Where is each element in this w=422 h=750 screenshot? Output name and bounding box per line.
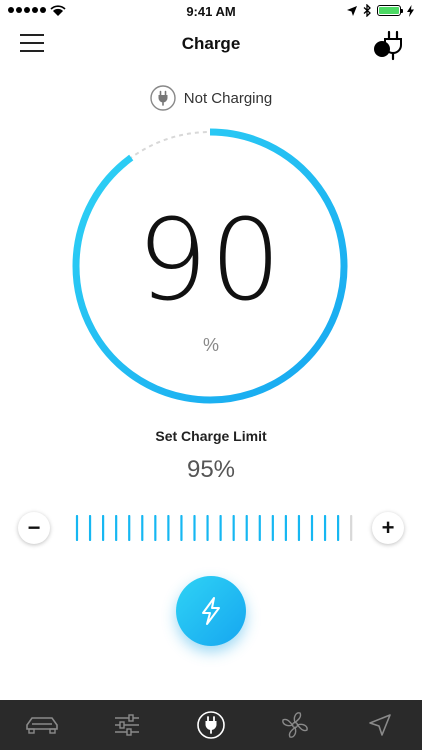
status-right	[347, 4, 414, 17]
sliders-icon	[114, 714, 139, 736]
charge-limit-label: Set Charge Limit	[155, 428, 267, 444]
plug-connector-button[interactable]	[372, 27, 406, 61]
plug-icon	[197, 711, 225, 739]
decrease-limit-button[interactable]: −	[18, 512, 50, 544]
navigation-arrow-icon	[368, 714, 391, 736]
charging-status: Not Charging	[0, 85, 422, 111]
battery-level-unit: %	[202, 335, 219, 355]
fan-icon	[282, 712, 309, 738]
lightning-bolt-icon	[202, 597, 220, 625]
navigation-bar: Charge	[0, 22, 422, 66]
battery-icon	[377, 5, 403, 16]
charging-bolt-icon	[407, 4, 414, 17]
charge-limit-value: 95%	[186, 456, 236, 483]
increase-limit-button[interactable]: +	[372, 512, 404, 544]
car-icon	[26, 717, 58, 734]
status-bar: 9:41 AM	[0, 0, 422, 22]
location-arrow-icon	[347, 5, 357, 16]
bluetooth-icon	[363, 4, 371, 17]
charging-status-text: Not Charging	[183, 89, 273, 107]
tab-climate[interactable]	[273, 705, 317, 745]
tab-bar	[0, 700, 422, 750]
charge-limit-slider-row: − +	[18, 512, 404, 546]
charge-limit-slider[interactable]	[74, 515, 356, 541]
tab-car[interactable]	[20, 705, 64, 745]
tab-location[interactable]	[358, 705, 402, 745]
tab-charge[interactable]	[189, 705, 233, 745]
plug-icon	[150, 85, 176, 111]
tab-controls[interactable]	[105, 705, 149, 745]
battery-level-value: 90	[136, 196, 284, 326]
start-charging-button[interactable]	[176, 576, 246, 646]
page-title: Charge	[181, 34, 241, 53]
